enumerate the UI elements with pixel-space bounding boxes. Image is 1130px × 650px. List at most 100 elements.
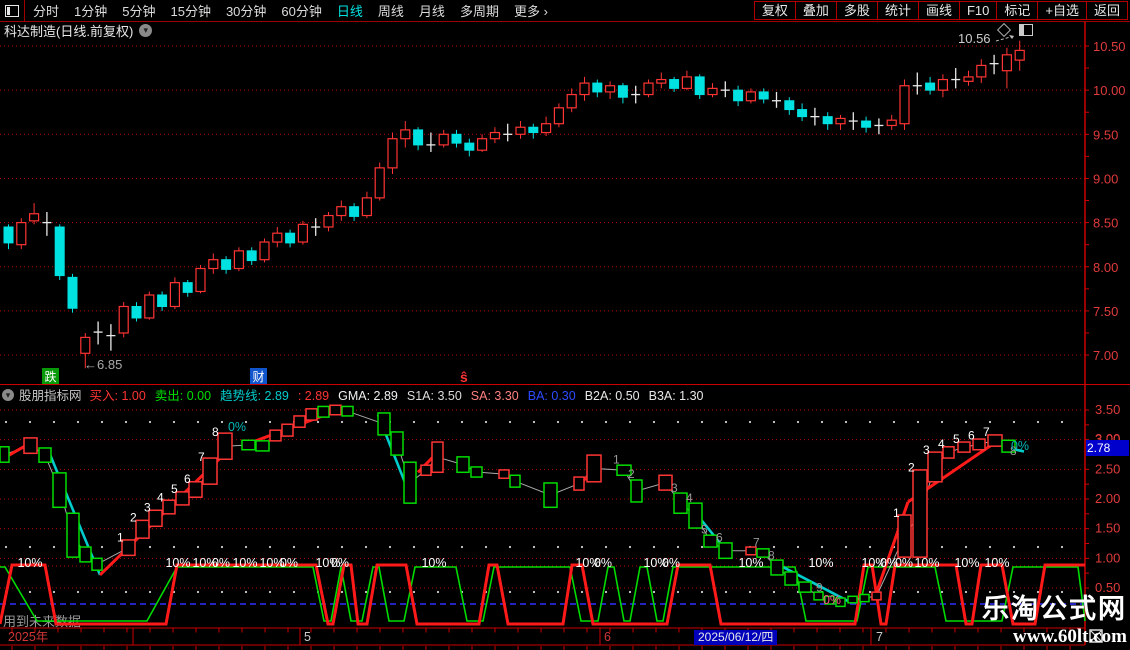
percent-label: 10% bbox=[232, 556, 257, 570]
toolbar-buttons: 复权 叠加 多股 统计 画线 F10 标记 +自选 返回 bbox=[753, 1, 1128, 20]
indicator-axis-label: 1.00 bbox=[1095, 550, 1120, 565]
price-axis-label: 10.50 bbox=[1093, 39, 1126, 54]
step-number: 5 bbox=[953, 432, 960, 446]
indicator-field-2: 趋势线: 2.89 bbox=[220, 389, 289, 403]
toolbar-button-1[interactable]: 叠加 bbox=[794, 2, 836, 19]
percent-label: 0% bbox=[331, 556, 349, 570]
indicator-box bbox=[871, 591, 882, 601]
indicator-box bbox=[470, 466, 483, 478]
indicator-box bbox=[135, 519, 150, 539]
indicator-title[interactable]: 股朋指标网 bbox=[19, 385, 82, 404]
selected-date-label: 2025/06/12/四 bbox=[694, 630, 778, 645]
toolbar-button-5[interactable]: F10 bbox=[958, 2, 996, 19]
step-number: 7 bbox=[198, 450, 205, 464]
time-axis-label: 5 bbox=[304, 630, 311, 644]
step-number: 6 bbox=[968, 429, 975, 443]
period-item-0[interactable]: 分时 bbox=[33, 1, 59, 20]
watermark: 乐淘公式网 www.60lt.com bbox=[982, 587, 1127, 648]
indicator-box bbox=[972, 438, 986, 451]
indicator-box bbox=[341, 405, 354, 417]
price-axis-label: 9.00 bbox=[1093, 171, 1118, 186]
toolbar-button-8[interactable]: 返回 bbox=[1085, 2, 1127, 19]
percent-label: 0% bbox=[594, 556, 612, 570]
zero-label: 0% bbox=[1011, 439, 1029, 453]
step-number: 1 bbox=[613, 452, 620, 466]
indicator-box bbox=[121, 539, 136, 557]
toolbar-button-4[interactable]: 画线 bbox=[917, 2, 959, 19]
price-axis-label: 10.00 bbox=[1093, 83, 1126, 98]
period-item-7[interactable]: 周线 bbox=[378, 1, 404, 20]
indicator-last-value: 2.78 bbox=[1086, 440, 1129, 456]
indicator-box bbox=[927, 451, 943, 483]
percent-label: 10% bbox=[165, 556, 190, 570]
period-item-6[interactable]: 日线 bbox=[337, 1, 363, 20]
indicator-box bbox=[0, 446, 10, 463]
indicator-field-1: 卖出: 0.00 bbox=[154, 389, 212, 403]
svg-text:跌: 跌 bbox=[44, 369, 56, 384]
stock-title[interactable]: 科达制造(日线.前复权) bbox=[4, 21, 133, 40]
step-number: 3 bbox=[923, 443, 930, 457]
indicator-box bbox=[79, 546, 92, 563]
step-number: 1 bbox=[893, 506, 900, 520]
indicator-box bbox=[38, 447, 52, 463]
period-item-1[interactable]: 1分钟 bbox=[74, 1, 107, 20]
toolbar-button-0[interactable]: 复权 bbox=[755, 2, 795, 19]
step-number: 7 bbox=[753, 535, 760, 549]
percent-label: 10% bbox=[17, 556, 42, 570]
indicator-box bbox=[241, 439, 256, 451]
percent-label: 10% bbox=[421, 556, 446, 570]
indicator-values: 买入: 1.00 卖出: 0.00 趋势线: 2.89: 2.89 GMA: 2.89… bbox=[90, 385, 713, 404]
indicator-box bbox=[630, 479, 643, 503]
indicator-box bbox=[784, 571, 798, 586]
indicator-box bbox=[431, 441, 444, 474]
indicator-box bbox=[498, 469, 510, 479]
period-item-10[interactable]: 更多 › bbox=[514, 1, 548, 20]
buy-wave bbox=[0, 566, 1086, 622]
indicator-panel[interactable]: 3.503.002.502.001.501.000.50用到未来数据123456… bbox=[0, 402, 1120, 629]
toolbar-button-2[interactable]: 多股 bbox=[835, 2, 877, 19]
toolbar-button-3[interactable]: 统计 bbox=[876, 2, 918, 19]
step-number: 2 bbox=[130, 511, 137, 525]
period-item-5[interactable]: 60分钟 bbox=[281, 1, 321, 20]
step-number: 4 bbox=[686, 491, 693, 505]
indicator-header: ▾ 股朋指标网 买入: 1.00 卖出: 0.00 趋势线: 2.89: 2.89 G… bbox=[0, 385, 1083, 404]
candlestick-series bbox=[3, 40, 1025, 369]
indicator-box bbox=[293, 415, 306, 428]
toolbar-button-6[interactable]: 标记 bbox=[996, 2, 1037, 19]
period-item-2[interactable]: 5分钟 bbox=[122, 1, 155, 20]
period-item-9[interactable]: 多周期 bbox=[460, 1, 499, 20]
time-axis-label: 7 bbox=[876, 630, 883, 644]
toolbar-button-7[interactable]: +自选 bbox=[1037, 2, 1086, 19]
indicator-box bbox=[175, 491, 190, 506]
step-number: 6 bbox=[716, 531, 723, 545]
step-number: 5 bbox=[171, 482, 178, 496]
price-axis-label: 9.50 bbox=[1093, 127, 1118, 142]
period-item-3[interactable]: 15分钟 bbox=[170, 1, 210, 20]
layout-icon[interactable] bbox=[0, 0, 25, 21]
watermark-site-name: 乐淘公式网 bbox=[982, 594, 1127, 624]
low-price-label: ←6.85 bbox=[84, 357, 122, 372]
chart-canvas[interactable]: 10.5010.009.509.008.508.007.507.0010.56←… bbox=[0, 0, 1130, 650]
time-axis[interactable]: 2025年 5 6 7 bbox=[8, 628, 1103, 650]
percent-label: 10% bbox=[914, 556, 939, 570]
step-number: 5 bbox=[701, 522, 708, 536]
period-item-4[interactable]: 30分钟 bbox=[226, 1, 266, 20]
period-item-8[interactable]: 月线 bbox=[419, 1, 445, 20]
indicator-box bbox=[377, 412, 391, 436]
indicator-box bbox=[269, 429, 282, 442]
chevron-down-icon[interactable]: ▾ bbox=[139, 23, 153, 37]
step-number: 1 bbox=[117, 531, 124, 545]
main-chart[interactable]: 10.5010.009.509.008.508.007.507.0010.56←… bbox=[0, 31, 1126, 385]
panel-icon[interactable] bbox=[1019, 24, 1033, 36]
indicator-axis-label: 1.50 bbox=[1095, 521, 1120, 536]
indicator-box bbox=[586, 454, 602, 483]
indicator-box bbox=[509, 474, 521, 488]
indicator-collapse-icon[interactable]: ▾ bbox=[2, 388, 14, 401]
step-number: 8 bbox=[768, 549, 775, 563]
indicator-box bbox=[859, 593, 870, 603]
indicator-box bbox=[957, 441, 971, 453]
step-number: 3 bbox=[144, 500, 151, 514]
indicator-field-6: SA: 3.30 bbox=[470, 389, 519, 403]
price-axis-label: 7.00 bbox=[1093, 348, 1118, 363]
diamond-icon[interactable] bbox=[996, 22, 1012, 38]
